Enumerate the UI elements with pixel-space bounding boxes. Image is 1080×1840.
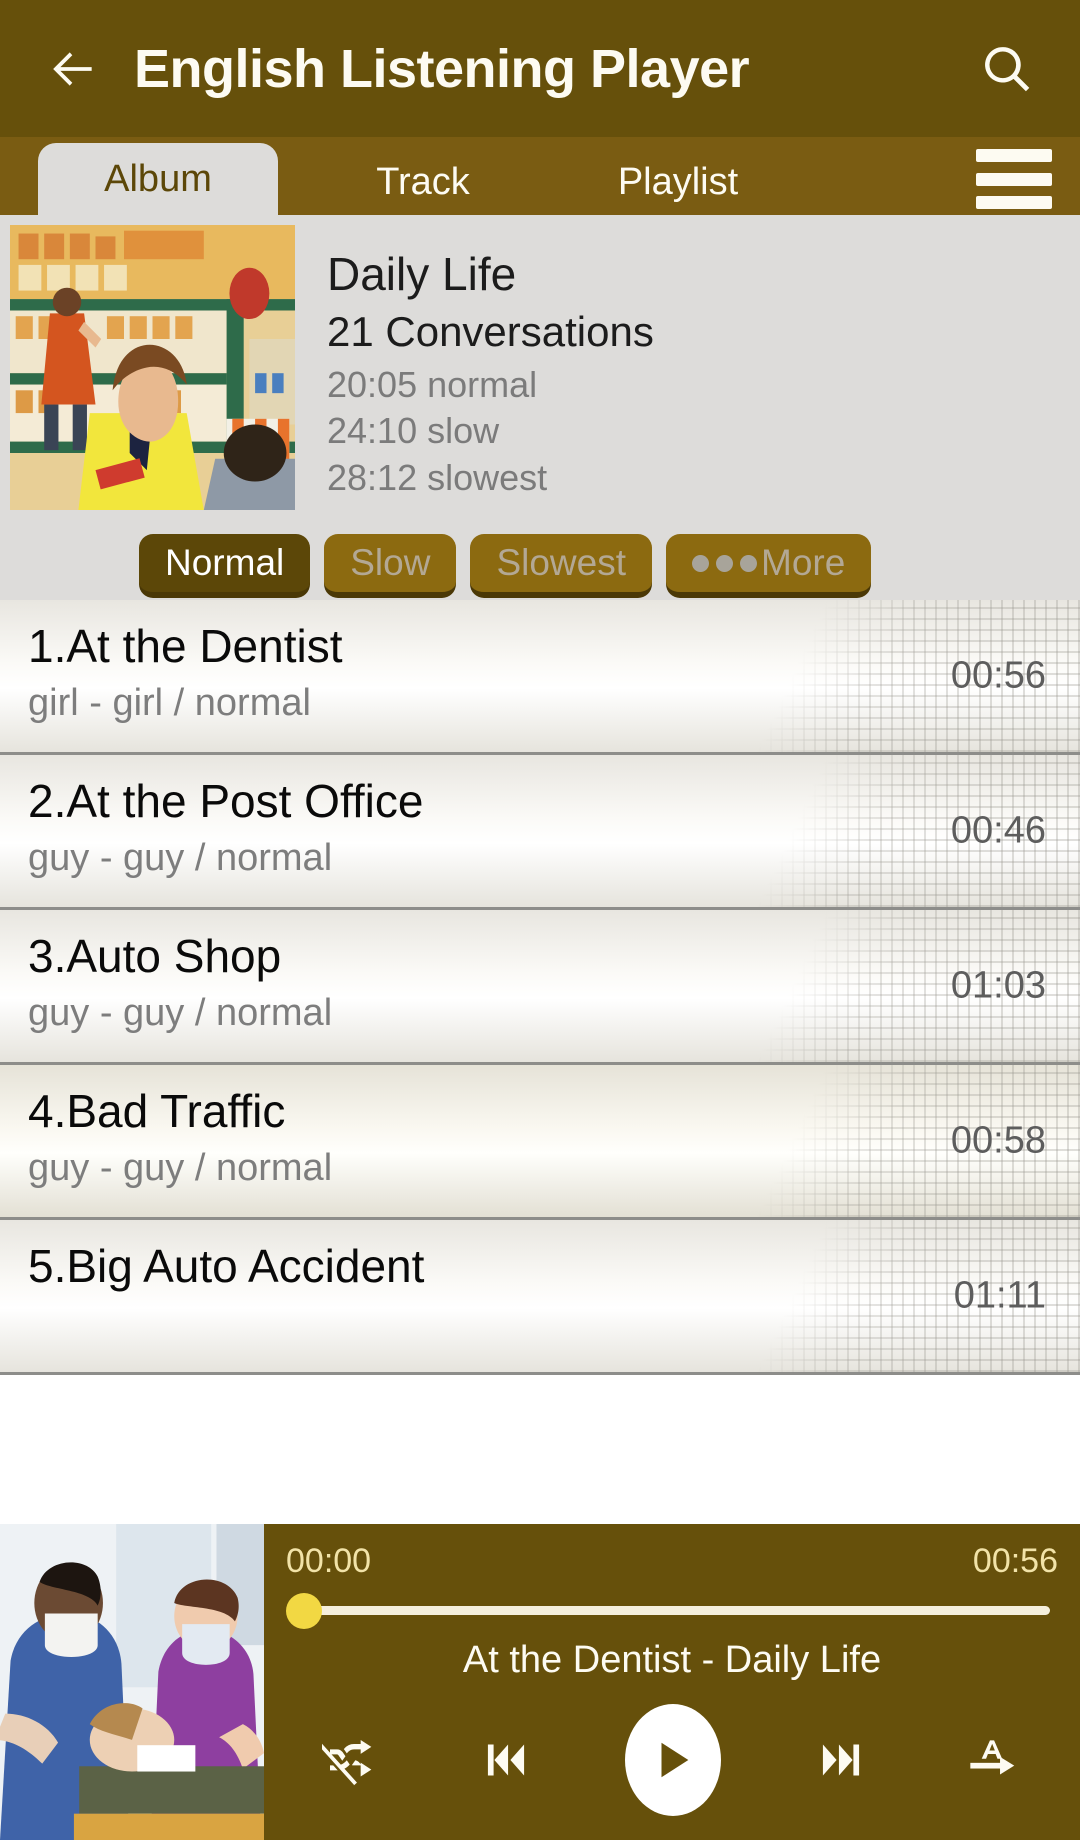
menu-bar-1 <box>976 149 1052 162</box>
album-art-image <box>10 225 295 510</box>
tab-playlist[interactable]: Playlist <box>553 149 803 215</box>
table-row[interactable]: 3.Auto Shop guy - guy / normal 01:03 <box>0 910 1080 1065</box>
table-row[interactable]: 4.Bad Traffic guy - guy / normal 00:58 <box>0 1065 1080 1220</box>
table-row[interactable]: 1.At the Dentist girl - girl / normal 00… <box>0 600 1080 755</box>
elapsed-time: 00:00 <box>286 1542 372 1580</box>
track-title: 5.Big Auto Accident <box>28 1240 425 1292</box>
tab-album[interactable]: Album <box>38 143 278 215</box>
tab-track-label: Track <box>376 160 470 203</box>
seek-bar[interactable] <box>286 1587 1058 1633</box>
track-duration: 00:58 <box>950 1119 1046 1162</box>
search-button[interactable] <box>968 30 1046 108</box>
track-subtitle: guy - guy / normal <box>28 1146 333 1189</box>
back-button[interactable] <box>34 30 112 108</box>
menu-bar-3 <box>976 196 1052 209</box>
tab-bar: Album Track Playlist <box>0 137 1080 215</box>
track-subtitle: guy - guy / normal <box>28 836 333 879</box>
next-track-button[interactable] <box>810 1729 872 1791</box>
seek-track <box>298 1606 1050 1615</box>
track-duration: 01:03 <box>950 964 1046 1007</box>
seek-thumb[interactable] <box>286 1593 322 1629</box>
speed-button-more[interactable]: More <box>666 534 872 596</box>
track-subtitle: guy - guy / normal <box>28 991 333 1034</box>
speed-button-slow[interactable]: Slow <box>324 534 457 596</box>
track-title: 1.At the Dentist <box>28 620 343 672</box>
previous-track-button[interactable] <box>475 1729 537 1791</box>
hamburger-menu-icon[interactable] <box>976 149 1052 209</box>
track-list: 1.At the Dentist girl - girl / normal 00… <box>0 600 1080 1375</box>
shuffle-off-icon <box>322 1740 372 1787</box>
album-title: Daily Life <box>327 248 517 300</box>
speed-button-slow-label: Slow <box>350 542 431 583</box>
track-subtitle: girl - girl / normal <box>28 681 311 724</box>
speed-selector: Normal Slow Slowest More <box>0 534 1080 596</box>
album-subtitle: 21 Conversations <box>327 308 654 356</box>
album-duration-slowest: 28:12 slowest <box>327 456 548 498</box>
play-icon <box>661 1742 689 1778</box>
app-header: English Listening Player <box>0 0 1080 137</box>
album-meta: Daily Life 21 Conversations 20:05 normal… <box>295 225 654 510</box>
repeat-mode-button[interactable] <box>960 1729 1022 1791</box>
menu-bar-2 <box>976 172 1052 186</box>
tab-album-label: Album <box>104 157 212 200</box>
tab-track[interactable]: Track <box>298 149 548 215</box>
album-duration-slow: 24:10 slow <box>327 410 500 452</box>
speed-button-slowest[interactable]: Slowest <box>470 534 653 596</box>
track-duration: 01:11 <box>953 1274 1046 1317</box>
now-playing-label: At the Dentist - Daily Life <box>462 1639 882 1681</box>
app-root: English Listening Player Album Track Pla… <box>0 0 1080 1840</box>
table-row[interactable]: 5.Big Auto Accident 01:11 <box>0 1220 1080 1375</box>
dental-clinic-photo <box>0 1524 264 1840</box>
more-dots-icon <box>692 554 758 572</box>
time-row: 00:00 00:56 <box>286 1542 1058 1581</box>
page-title: English Listening Player <box>134 38 750 99</box>
player-controls-panel: 00:00 00:56 At the Dentist - Daily Life <box>264 1524 1080 1840</box>
track-title: 3.Auto Shop <box>28 930 282 982</box>
repeat-a-arrow-icon <box>970 1740 1015 1775</box>
tab-playlist-label: Playlist <box>617 160 739 203</box>
track-duration: 00:56 <box>950 654 1046 697</box>
album-art[interactable] <box>10 225 295 510</box>
player-bar: 00:00 00:56 At the Dentist - Daily Life <box>0 1524 1080 1840</box>
album-duration-normal: 20:05 normal <box>327 363 538 405</box>
speed-button-slowest-label: Slowest <box>496 542 627 583</box>
speed-button-normal-label: Normal <box>165 542 285 583</box>
previous-track-icon <box>487 1744 524 1776</box>
speed-button-normal[interactable]: Normal <box>139 534 311 596</box>
track-duration: 00:46 <box>950 809 1046 852</box>
playback-controls <box>286 1682 1058 1816</box>
search-icon <box>985 46 1030 91</box>
now-playing-thumbnail[interactable] <box>0 1524 264 1840</box>
arrow-left-icon <box>53 51 92 86</box>
album-info-panel: Daily Life 21 Conversations 20:05 normal… <box>0 215 1080 600</box>
total-duration: 00:56 <box>972 1542 1058 1580</box>
next-track-icon <box>822 1744 859 1776</box>
track-title: 4.Bad Traffic <box>28 1085 286 1137</box>
track-title: 2.At the Post Office <box>28 775 424 827</box>
play-button[interactable] <box>625 1704 721 1816</box>
speed-button-more-label: More <box>761 542 846 583</box>
shuffle-button[interactable] <box>322 1728 386 1792</box>
table-row[interactable]: 2.At the Post Office guy - guy / normal … <box>0 755 1080 910</box>
